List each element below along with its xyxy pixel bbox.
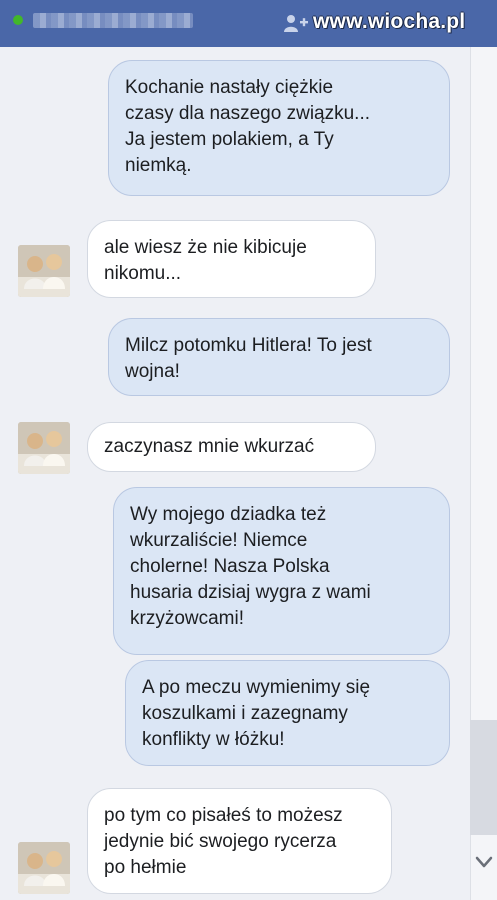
message-outgoing: Wy mojego dziadka też wkurzaliście! Niem…	[113, 487, 450, 655]
avatar[interactable]	[18, 245, 70, 297]
online-dot-icon	[13, 15, 23, 25]
avatar-photo	[18, 245, 70, 297]
message-incoming: ale wiesz że nie kibicuje nikomu...	[87, 220, 376, 298]
avatar[interactable]	[18, 842, 70, 894]
message-incoming: po tym co pisałeś to możesz jedynie bić …	[87, 788, 392, 894]
add-friend-icon[interactable]	[283, 13, 309, 33]
message-outgoing: A po meczu wymienimy się koszulkami i za…	[125, 660, 450, 766]
message-outgoing: Milcz potomku Hitlera! To jest wojna!	[108, 318, 450, 396]
chat-titlebar: www.wiocha.pl	[0, 0, 497, 47]
contact-name-blurred[interactable]	[33, 13, 193, 28]
message-outgoing: Kochanie nastały ciężkie czasy dla nasze…	[108, 60, 450, 196]
scrollbar-thumb[interactable]	[470, 720, 497, 835]
avatar-photo	[18, 842, 70, 894]
avatar[interactable]	[18, 422, 70, 474]
watermark: www.wiocha.pl	[313, 10, 466, 33]
message-incoming: zaczynasz mnie wkurzać	[87, 422, 376, 472]
chevron-down-icon[interactable]	[474, 852, 494, 872]
avatar-photo	[18, 422, 70, 474]
